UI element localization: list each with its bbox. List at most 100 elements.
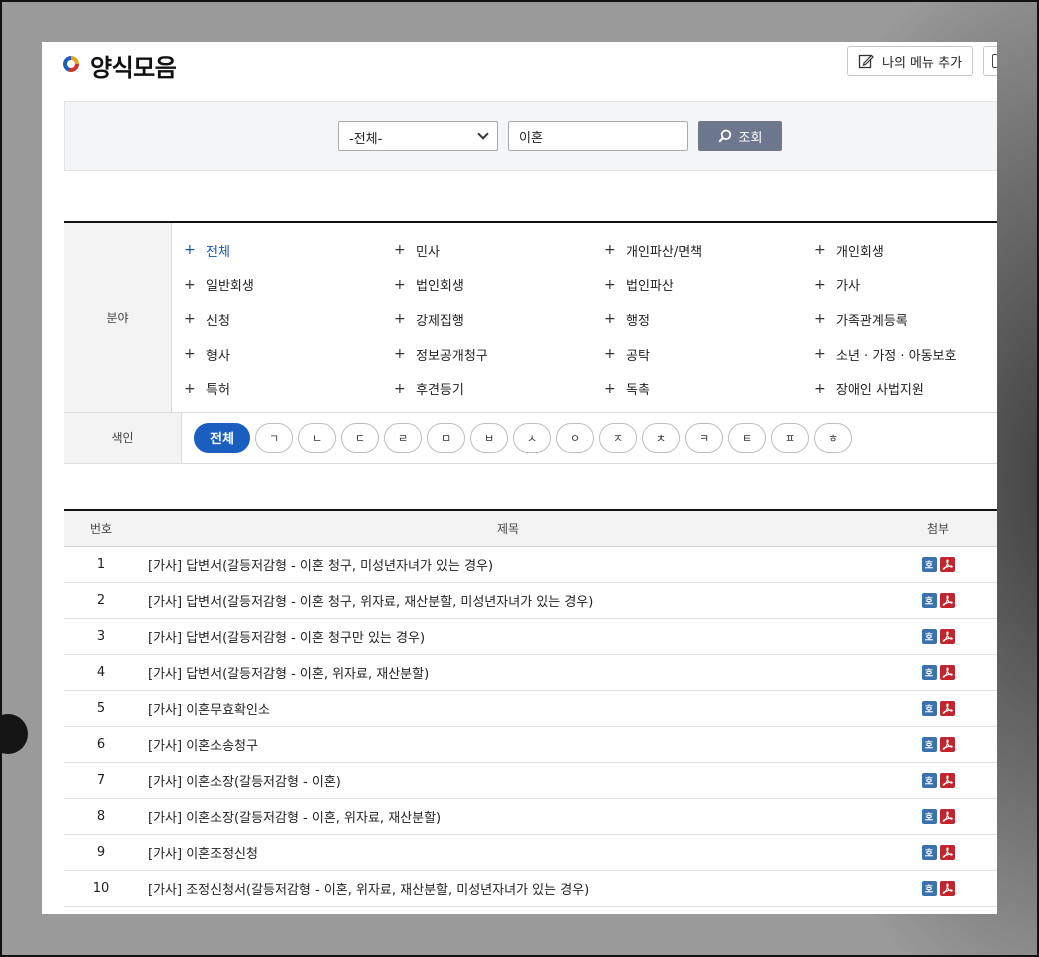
index-button-all[interactable]: 전체 — [194, 422, 250, 453]
row-title-link[interactable]: [가사] 이혼소장(갈등저감형 - 이혼, 위자료, 재산분할) — [138, 807, 878, 826]
row-number: 1 — [96, 557, 106, 572]
row-title-link[interactable]: [가사] 답변서(갈등저감형 - 이혼, 위자료, 재산분할) — [138, 663, 878, 682]
index-label: 색인 — [64, 412, 182, 463]
index-button[interactable]: ㅌ — [728, 422, 766, 453]
index-button[interactable]: ㅎ — [814, 422, 852, 453]
page-title: 양식모음 — [90, 54, 177, 82]
row-title-link[interactable]: [가사] 이혼조정신청 — [138, 843, 878, 862]
field-item-label: 가족관계등록 — [836, 313, 908, 329]
hwp-file-icon[interactable]: 호 — [921, 701, 937, 716]
background-decoration — [0, 714, 28, 754]
field-item[interactable]: + 공탁 — [604, 337, 814, 372]
plus-icon: + — [184, 242, 196, 259]
index-button[interactable]: ㄴ — [298, 422, 336, 453]
add-my-menu-button[interactable]: 나의 메뉴 추가 — [847, 46, 973, 76]
plus-icon: + — [814, 346, 826, 363]
hwp-file-icon[interactable]: 호 — [921, 737, 937, 752]
pdf-file-icon[interactable] — [939, 773, 955, 788]
field-item[interactable]: + 개인파산/면책 — [604, 233, 814, 268]
plus-icon: + — [184, 311, 196, 328]
field-item[interactable]: + 정보공개청구 — [394, 337, 604, 372]
row-title-link[interactable]: [가사] 이혼소송청구 — [138, 735, 878, 754]
pdf-file-icon[interactable] — [939, 737, 955, 752]
table-row: 1 [가사] 답변서(갈등저감형 - 이혼 청구, 미성년자녀가 있는 경우) 호 — [64, 547, 997, 583]
field-item[interactable]: + 법인회생 — [394, 268, 604, 303]
search-input[interactable] — [508, 121, 688, 151]
row-title-link[interactable]: [가사] 답변서(갈등저감형 - 이혼 청구, 위자료, 재산분할, 미성년자녀… — [138, 591, 878, 610]
row-title-link[interactable]: [가사] 답변서(갈등저감형 - 이혼 청구, 미성년자녀가 있는 경우) — [138, 555, 878, 574]
row-title-link[interactable]: [가사] 조정신청서(갈등저감형 - 이혼, 위자료, 재산분할, 미성년자녀가… — [138, 879, 878, 898]
pdf-file-icon[interactable] — [939, 809, 955, 824]
field-item[interactable]: + 강제집행 — [394, 302, 604, 337]
pdf-file-icon[interactable] — [939, 845, 955, 860]
index-button[interactable]: ㅅ — [513, 422, 551, 453]
field-item-label: 민사 — [416, 244, 440, 260]
row-title-link[interactable]: [가사] 이혼소장(갈등저감형 - 이혼) — [138, 771, 878, 790]
field-item[interactable]: + 가사 — [814, 268, 997, 303]
index-button[interactable]: ㅁ — [427, 422, 465, 453]
field-item[interactable]: + 개인회생 — [814, 233, 997, 268]
print-icon — [992, 54, 997, 68]
index-button[interactable]: ㅂ — [470, 422, 508, 453]
pdf-file-icon[interactable] — [939, 881, 955, 896]
plus-icon: + — [604, 242, 616, 259]
index-button[interactable]: ㄱ — [255, 422, 293, 453]
pdf-file-icon[interactable] — [939, 593, 955, 608]
category-select[interactable]: -전체- — [338, 121, 498, 151]
field-item[interactable]: + 후견등기 — [394, 371, 604, 406]
hwp-file-icon[interactable]: 호 — [921, 593, 937, 608]
pdf-file-icon[interactable] — [939, 629, 955, 644]
field-item-label: 강제집행 — [416, 313, 464, 329]
field-item[interactable]: + 소년 · 가정 · 아동보호 — [814, 337, 997, 372]
table-row: 6 [가사] 이혼소송청구 호 — [64, 727, 997, 763]
pdf-file-icon[interactable] — [939, 557, 955, 572]
index-button[interactable]: ㅍ — [771, 422, 809, 453]
index-button[interactable]: ㅊ — [642, 422, 680, 453]
hwp-file-icon[interactable]: 호 — [921, 881, 937, 896]
row-number: 8 — [96, 809, 106, 824]
index-button[interactable]: ㄹ — [384, 422, 422, 453]
row-number: 10 — [92, 881, 110, 896]
field-item-label: 공탁 — [626, 348, 650, 364]
hwp-file-icon[interactable]: 호 — [921, 845, 937, 860]
plus-icon: + — [394, 242, 406, 259]
pdf-file-icon[interactable] — [939, 665, 955, 680]
hwp-file-icon[interactable]: 호 — [921, 629, 937, 644]
field-item[interactable]: + 법인파산 — [604, 268, 814, 303]
field-item-label: 개인파산/면책 — [626, 244, 703, 260]
table-row: 10 [가사] 조정신청서(갈등저감형 - 이혼, 위자료, 재산분할, 미성년자… — [64, 871, 997, 907]
field-item[interactable]: + 독촉 — [604, 371, 814, 406]
field-item[interactable]: + 신청 — [184, 302, 394, 337]
row-number: 3 — [96, 629, 106, 644]
field-item[interactable]: + 행정 — [604, 302, 814, 337]
hwp-file-icon[interactable]: 호 — [921, 665, 937, 680]
pdf-file-icon[interactable] — [939, 701, 955, 716]
column-header-number: 번호 — [89, 522, 113, 536]
field-item-label: 독촉 — [626, 383, 650, 399]
row-title-link[interactable]: [가사] 이혼무효확인소 — [138, 699, 878, 718]
hwp-file-icon[interactable]: 호 — [921, 557, 937, 572]
hwp-file-icon[interactable]: 호 — [921, 773, 937, 788]
field-item[interactable]: + 특허 — [184, 371, 394, 406]
field-item[interactable]: + 전체 — [184, 233, 394, 268]
hwp-file-icon[interactable]: 호 — [921, 809, 937, 824]
print-button[interactable] — [983, 46, 997, 76]
row-attachments: 호 — [878, 557, 997, 572]
field-item[interactable]: + 일반회생 — [184, 268, 394, 303]
table-row: 3 [가사] 답변서(갈등저감형 - 이혼 청구만 있는 경우) 호 — [64, 619, 997, 655]
index-button[interactable]: ㅈ — [599, 422, 637, 453]
field-item[interactable]: + 장애인 사법지원 — [814, 371, 997, 406]
index-button[interactable]: ㅋ — [685, 422, 723, 453]
field-row: 분야 + 전체 + 민사 + 개인파산/면책 + 개인회생 + 일반회생 + 법인회생 + 법인파산 + 가사… — [64, 223, 997, 413]
plus-icon: + — [814, 276, 826, 293]
plus-icon: + — [604, 346, 616, 363]
row-title-link[interactable]: [가사] 답변서(갈등저감형 - 이혼 청구만 있는 경우) — [138, 627, 878, 646]
plus-icon: + — [184, 346, 196, 363]
field-item[interactable]: + 형사 — [184, 337, 394, 372]
search-button[interactable]: 조회 — [698, 121, 782, 151]
edit-icon — [858, 54, 874, 69]
field-item[interactable]: + 민사 — [394, 233, 604, 268]
field-item[interactable]: + 가족관계등록 — [814, 302, 997, 337]
index-button[interactable]: ㄷ — [341, 422, 379, 453]
index-button[interactable]: ㅇ — [556, 422, 594, 453]
